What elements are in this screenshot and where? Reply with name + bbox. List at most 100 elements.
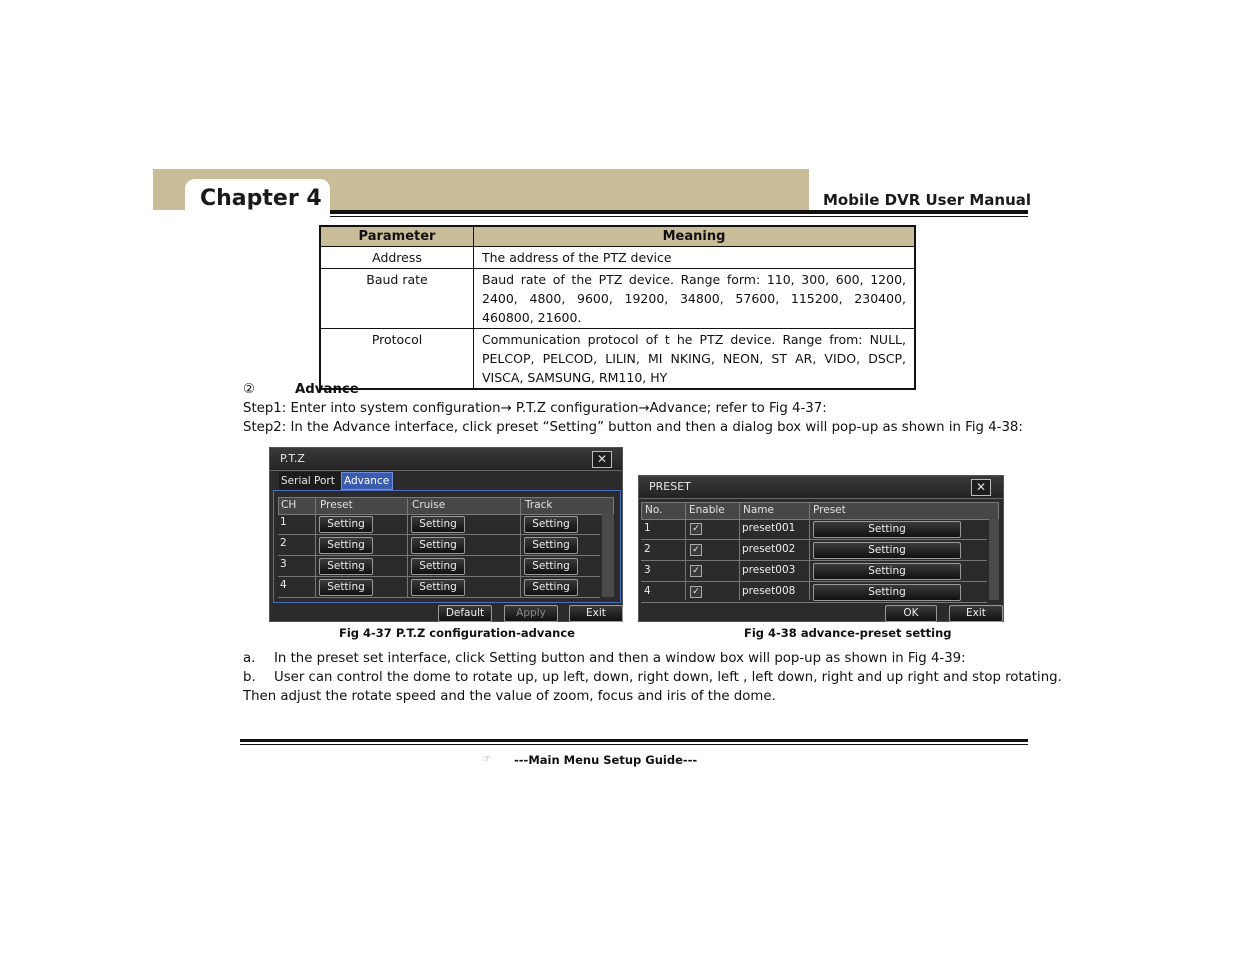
- parameter-name: Baud rate: [319, 268, 474, 329]
- preset-setting-button[interactable]: Setting: [319, 516, 373, 533]
- advance-panel: CH Preset Cruise Track 1 Setting Setting…: [273, 490, 621, 603]
- exit-button[interactable]: Exit: [949, 605, 1003, 622]
- figure-caption-4-38: Fig 4-38 advance-preset setting: [744, 626, 952, 640]
- table-row: 3 ✓ preset003 Setting: [641, 561, 987, 582]
- enable-checkbox[interactable]: ✓: [690, 586, 702, 598]
- footer-rule-thin: [240, 744, 1028, 745]
- section-marker: ②: [243, 382, 255, 397]
- note-b-label: b.: [243, 670, 256, 685]
- preset-setting-button[interactable]: Setting: [813, 584, 961, 601]
- table-row: 4 Setting Setting Setting: [278, 577, 600, 598]
- preset-name: preset001: [742, 522, 796, 534]
- table-row: Protocol Communication protocol of t he …: [319, 328, 916, 390]
- note-b-continuation: Then adjust the rotate speed and the val…: [243, 689, 776, 704]
- track-setting-button[interactable]: Setting: [524, 558, 578, 575]
- parameter-meaning: The address of the PTZ device: [473, 246, 916, 269]
- channel-number: 1: [280, 516, 287, 528]
- pointing-hand-icon: ☞: [482, 754, 491, 765]
- scrollbar[interactable]: [602, 514, 614, 597]
- preset-number: 3: [644, 564, 651, 576]
- preset-setting-button[interactable]: Setting: [319, 558, 373, 575]
- table-row: 3 Setting Setting Setting: [278, 556, 600, 577]
- table-row: 2 Setting Setting Setting: [278, 535, 600, 556]
- scrollbar[interactable]: [989, 519, 999, 600]
- table-row: 1 ✓ preset001 Setting: [641, 519, 987, 540]
- preset-dialog-title: PRESET: [649, 480, 691, 493]
- parameter-name: Address: [319, 246, 474, 269]
- header-rule-thin: [330, 216, 1028, 217]
- preset-name: preset008: [742, 585, 796, 597]
- chapter-title: Chapter 4: [200, 186, 322, 211]
- exit-button[interactable]: Exit: [569, 605, 623, 622]
- column-header-cruise: Cruise: [412, 499, 446, 511]
- preset-number: 4: [644, 585, 651, 597]
- column-header-no: No.: [645, 504, 663, 516]
- column-header-ch: CH: [281, 499, 297, 511]
- preset-dialog-titlebar: PRESET ✕: [639, 476, 1003, 499]
- preset-grid: No. Enable Name Preset 1 ✓ preset001 Set…: [641, 502, 999, 603]
- track-setting-button[interactable]: Setting: [524, 537, 578, 554]
- default-button[interactable]: Default: [438, 605, 492, 622]
- step2-text: Step2: In the Advance interface, click p…: [243, 420, 1023, 435]
- cruise-setting-button[interactable]: Setting: [411, 579, 465, 596]
- preset-name: preset002: [742, 543, 796, 555]
- tab-advance[interactable]: Advance: [341, 472, 393, 490]
- preset-setting-button[interactable]: Setting: [813, 542, 961, 559]
- track-setting-button[interactable]: Setting: [524, 516, 578, 533]
- column-header-enable: Enable: [689, 504, 725, 516]
- channel-number: 3: [280, 558, 287, 570]
- parameter-table: Parameter Meaning Address The address of…: [319, 225, 916, 390]
- enable-checkbox[interactable]: ✓: [690, 523, 702, 535]
- grid-header: No. Enable Name Preset: [641, 502, 999, 520]
- preset-name: preset003: [742, 564, 796, 576]
- table-row: 1 Setting Setting Setting: [278, 514, 600, 535]
- cruise-setting-button[interactable]: Setting: [411, 537, 465, 554]
- section-title: Advance: [295, 382, 359, 397]
- close-icon[interactable]: ✕: [971, 479, 991, 496]
- grid-header: CH Preset Cruise Track: [278, 497, 614, 515]
- footer-rule: [240, 739, 1028, 742]
- note-a-text: In the preset set interface, click Setti…: [274, 651, 966, 666]
- advance-grid: CH Preset Cruise Track 1 Setting Setting…: [278, 497, 614, 598]
- table-header-row: Parameter Meaning: [319, 225, 916, 247]
- ptz-dialog-titlebar: P.T.Z ✕: [270, 448, 622, 471]
- channel-number: 2: [280, 537, 287, 549]
- table-row: Address The address of the PTZ device: [319, 246, 916, 269]
- preset-number: 2: [644, 543, 651, 555]
- column-header-preset: Preset: [813, 504, 846, 516]
- column-header-parameter: Parameter: [319, 225, 474, 247]
- parameter-meaning: Baud rate of the PTZ device. Range form:…: [473, 268, 916, 329]
- parameter-meaning: Communication protocol of t he PTZ devic…: [473, 328, 916, 390]
- channel-number: 4: [280, 579, 287, 591]
- table-row: Baud rate Baud rate of the PTZ device. R…: [319, 268, 916, 329]
- close-icon[interactable]: ✕: [592, 451, 612, 468]
- tab-serial-port[interactable]: Serial Port: [279, 472, 343, 490]
- note-b-text: User can control the dome to rotate up, …: [274, 670, 1062, 685]
- figure-caption-4-37: Fig 4-37 P.T.Z configuration-advance: [339, 626, 575, 640]
- table-row: 2 ✓ preset002 Setting: [641, 540, 987, 561]
- manual-title: Mobile DVR User Manual: [823, 191, 1032, 209]
- preset-setting-button[interactable]: Setting: [813, 563, 961, 580]
- preset-dialog: PRESET ✕ No. Enable Name Preset 1 ✓ pres…: [638, 475, 1004, 622]
- ptz-dialog-title: P.T.Z: [280, 452, 305, 465]
- column-header-track: Track: [525, 499, 553, 511]
- ptz-dialog: P.T.Z ✕ Serial Port Advance CH Preset Cr…: [269, 447, 623, 622]
- cruise-setting-button[interactable]: Setting: [411, 558, 465, 575]
- enable-checkbox[interactable]: ✓: [690, 565, 702, 577]
- ok-button[interactable]: OK: [885, 605, 937, 622]
- preset-number: 1: [644, 522, 651, 534]
- enable-checkbox[interactable]: ✓: [690, 544, 702, 556]
- preset-setting-button[interactable]: Setting: [813, 521, 961, 538]
- track-setting-button[interactable]: Setting: [524, 579, 578, 596]
- cruise-setting-button[interactable]: Setting: [411, 516, 465, 533]
- table-row: 4 ✓ preset008 Setting: [641, 582, 987, 603]
- preset-setting-button[interactable]: Setting: [319, 537, 373, 554]
- column-header-name: Name: [743, 504, 774, 516]
- preset-setting-button[interactable]: Setting: [319, 579, 373, 596]
- apply-button[interactable]: Apply: [504, 605, 558, 622]
- column-header-meaning: Meaning: [473, 225, 916, 247]
- footer-text: ---Main Menu Setup Guide---: [514, 753, 698, 767]
- note-a-label: a.: [243, 651, 256, 666]
- step1-text: Step1: Enter into system configuration→ …: [243, 401, 827, 416]
- header-rule: [330, 210, 1028, 214]
